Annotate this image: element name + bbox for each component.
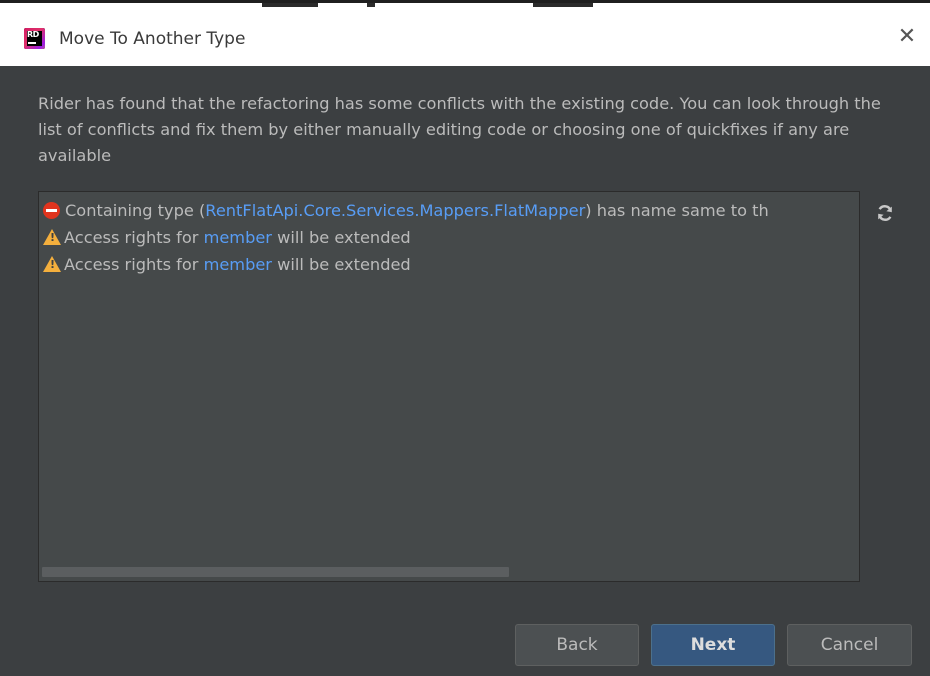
rider-app-icon: RD: [24, 28, 45, 49]
app-icon-text: RD: [27, 30, 39, 39]
background-window-strip: [0, 0, 930, 11]
refresh-icon[interactable]: [875, 203, 895, 223]
background-tab-mark: [367, 3, 375, 7]
conflict-text: Access rights for: [64, 255, 204, 274]
conflict-row-error[interactable]: Containing type (RentFlatApi.Core.Servic…: [43, 198, 857, 224]
conflict-link[interactable]: member: [204, 255, 272, 274]
conflicts-list[interactable]: Containing type (RentFlatApi.Core.Servic…: [38, 191, 860, 582]
conflict-row-warning[interactable]: Access rights for member will be extende…: [43, 252, 857, 278]
warning-icon: [43, 228, 61, 245]
background-window-edge: [0, 0, 930, 3]
conflict-link[interactable]: member: [204, 228, 272, 247]
warning-icon: [43, 255, 61, 272]
error-icon: [43, 201, 60, 219]
horizontal-scrollbar[interactable]: [42, 567, 509, 577]
conflicts-message: Rider has found that the refactoring has…: [38, 94, 881, 165]
cancel-button[interactable]: Cancel: [787, 624, 912, 666]
dialog-titlebar: RD Move To Another Type ✕: [0, 11, 930, 66]
back-button[interactable]: Back: [515, 624, 639, 666]
close-icon[interactable]: ✕: [896, 26, 918, 48]
background-tab-mark: [533, 3, 593, 7]
conflict-text: will be extended: [271, 228, 411, 247]
dialog-title: Move To Another Type: [59, 29, 246, 49]
conflict-text: will be extended: [271, 255, 411, 274]
conflict-link[interactable]: RentFlatApi.Core.Services.Mappers.FlatMa…: [205, 201, 585, 220]
conflict-text: ) has name same to th: [585, 201, 769, 220]
conflict-text: Access rights for: [64, 228, 204, 247]
background-tab-mark: [262, 3, 318, 7]
next-button[interactable]: Next: [651, 624, 775, 666]
conflict-row-warning[interactable]: Access rights for member will be extende…: [43, 225, 857, 251]
conflict-text: Containing type (: [65, 201, 206, 220]
